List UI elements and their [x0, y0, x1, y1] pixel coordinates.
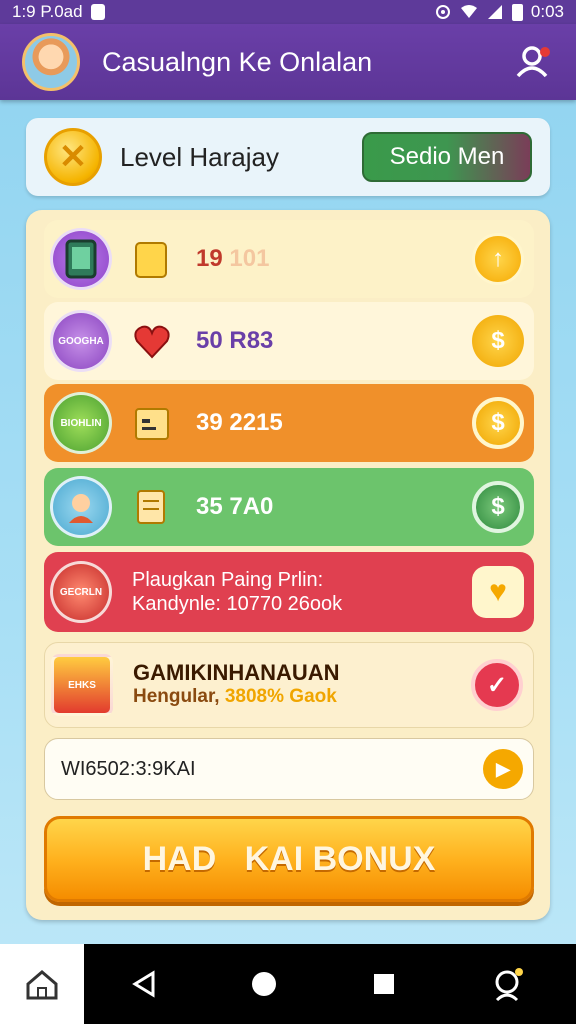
app-title: Casualngn Ke Onlalan: [102, 46, 373, 77]
level-label: Level Harajay: [120, 141, 279, 172]
gift-icon: EHKS: [51, 654, 113, 716]
folder-icon: [135, 408, 169, 440]
heart-badge-icon[interactable]: ♥: [472, 566, 524, 618]
sync-icon: [435, 5, 450, 19]
list-item[interactable]: 35 7A0 $: [44, 468, 534, 546]
row-icon-label: BIOHLIN: [60, 417, 102, 429]
tablet-icon: [50, 228, 112, 290]
dollar-coin-icon[interactable]: $: [472, 315, 524, 367]
home-icon: [26, 970, 58, 1000]
character-icon: BIOHLIN: [50, 392, 112, 454]
character-icon: [50, 476, 112, 538]
code-field[interactable]: WI6502:3:9KAI ▶: [44, 738, 534, 800]
row-icon-label: GOOGHA: [58, 335, 104, 347]
card-icon: [135, 242, 167, 278]
bonus-button[interactable]: HAD KAI BONUX: [44, 816, 534, 902]
character-nav-icon[interactable]: [489, 964, 529, 1004]
list-item[interactable]: 19 101 ↑: [44, 220, 534, 298]
notification-icon: [90, 4, 105, 20]
status-left: 1:9 P.0ad: [12, 2, 105, 22]
code-field-value: WI6502:3:9KAI: [61, 757, 196, 780]
row-value: 50 R83: [196, 327, 274, 354]
list-item[interactable]: BIOHLIN 39 2215 $: [44, 384, 534, 462]
row-value: 19 101: [196, 245, 270, 272]
character-icon: GOOGHA: [50, 310, 112, 372]
heart-icon: [134, 325, 170, 359]
reward-subtitle: Hengular, 3808% Gaok: [133, 686, 337, 707]
nav-buttons: [84, 964, 576, 1004]
promo-row[interactable]: GECRLN Plaugkan Paing Prlin: Kandynle: 1…: [44, 552, 534, 632]
promo-text: Plaugkan Paing Prlin: Kandynle: 10770 26…: [132, 568, 472, 616]
check-icon[interactable]: ✓: [471, 659, 523, 711]
home-tab[interactable]: [0, 944, 84, 1024]
reward-row[interactable]: EHKS GAMIKINHANAUAN Hengular, 3808% Gaok…: [44, 642, 534, 728]
list-item[interactable]: GOOGHA 50 R83 $: [44, 302, 534, 380]
dollar-coin-icon[interactable]: $: [472, 481, 524, 533]
row-icon-label: EHKS: [68, 679, 96, 691]
home-circle-icon[interactable]: [250, 970, 278, 998]
row-value: 35 7A0: [196, 493, 274, 520]
wifi-icon: [460, 5, 477, 18]
level-action-button[interactable]: Sedio Men: [362, 132, 532, 182]
status-time-right: 0:03: [530, 2, 564, 21]
notebook-icon: [137, 490, 165, 524]
reward-title: GAMIKINHANAUAN: [133, 660, 340, 685]
recents-icon[interactable]: [372, 972, 396, 996]
arrow-up-coin-icon[interactable]: ↑: [472, 233, 524, 285]
dollar-coin-icon[interactable]: $: [472, 397, 524, 449]
row-value: 39 2215: [196, 409, 283, 436]
back-icon[interactable]: [131, 970, 157, 998]
level-card: ✕ Level Harajay Sedio Men: [26, 118, 550, 196]
system-nav-bar: [0, 944, 576, 1024]
bonus-button-label: HAD KAI BONUX: [142, 839, 436, 878]
app-bar: Casualngn Ke Onlalan: [0, 24, 576, 100]
play-icon[interactable]: ▶: [483, 749, 523, 789]
promo-icon: GECRLN: [50, 561, 112, 623]
level-coin-icon: ✕: [44, 128, 102, 186]
signal-icon: [487, 5, 502, 19]
status-right: 0:03: [434, 2, 564, 22]
status-time-left: 1:9 P.0ad: [12, 2, 83, 21]
user-alert-icon[interactable]: [514, 42, 554, 82]
main-panel: 19 101 ↑ GOOGHA 50 R83 $ BIOHLIN 39 2215…: [26, 210, 550, 920]
avatar[interactable]: [22, 33, 80, 91]
row-icon-label: GECRLN: [59, 586, 103, 598]
promo-line-1: Plaugkan Paing Prlin:: [132, 569, 324, 591]
status-bar: 1:9 P.0ad 0:03: [0, 0, 576, 24]
promo-line-2: Kandynle: 10770 26ook: [132, 593, 343, 615]
battery-icon: [511, 3, 523, 21]
reward-text: GAMIKINHANAUAN Hengular, 3808% Gaok: [133, 661, 471, 709]
